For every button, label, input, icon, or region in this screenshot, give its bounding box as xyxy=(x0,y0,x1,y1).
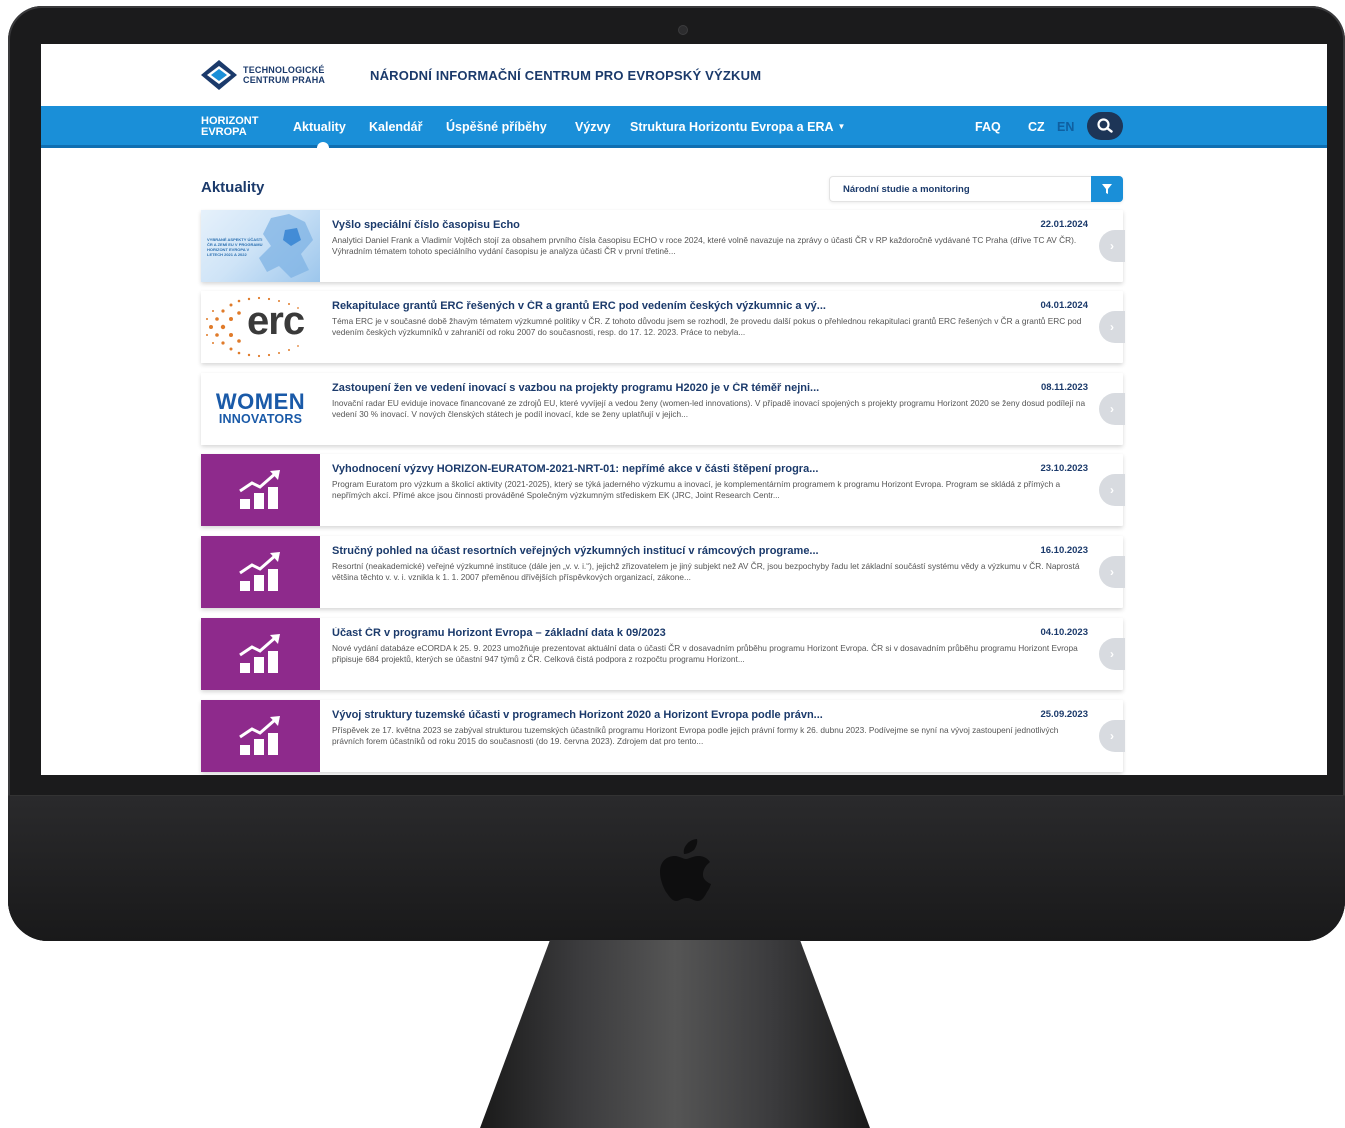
news-thumbnail-women-innovators: WOMEN INNOVATORS xyxy=(201,373,320,445)
news-excerpt: Program Euratom pro výzkum a školicí akt… xyxy=(332,479,1061,500)
news-date: 25.09.2023 xyxy=(1040,709,1088,720)
logo-line2: CENTRUM PRAHA xyxy=(243,75,326,85)
news-date: 08.11.2023 xyxy=(1040,382,1088,393)
camera-icon xyxy=(678,25,688,35)
news-date: 22.01.2024 xyxy=(1040,219,1088,230)
nav-brand[interactable]: HORIZONT EVROPA xyxy=(201,116,258,138)
news-thumbnail-chart xyxy=(201,536,320,608)
news-title[interactable]: Stručný pohled na účast resortních veřej… xyxy=(332,545,1022,557)
news-title[interactable]: Účast ČR v programu Horizont Evropa – zá… xyxy=(332,627,1022,639)
monitor-stand xyxy=(480,940,870,1128)
erc-logo-text: erc xyxy=(247,299,305,343)
news-title[interactable]: Rekapitulace grantů ERC řešených v ČR a … xyxy=(332,300,1022,312)
news-thumbnail-chart xyxy=(201,618,320,690)
nav-item-uspesne-pribehy[interactable]: Úspěšné příběhy xyxy=(446,120,547,134)
news-title[interactable]: Vyšlo speciální číslo časopisu Echo xyxy=(332,219,1022,231)
news-card[interactable]: VYBRANÉ ASPEKTY ÚČASTI ČR A ZEMÍ EU V PR… xyxy=(201,210,1125,282)
logo-text: TECHNOLOGICKÉ CENTRUM PRAHA xyxy=(243,65,325,85)
news-card[interactable]: WOMEN INNOVATORS Zastoupení žen ve veden… xyxy=(201,373,1125,445)
news-thumbnail-chart xyxy=(201,454,320,526)
caret-down-icon: ▼ xyxy=(837,122,846,131)
growth-chart-icon xyxy=(238,470,280,509)
filter-value: Národní studie a monitoring xyxy=(843,184,970,195)
filter-button[interactable] xyxy=(1091,176,1123,202)
chevron-right-icon[interactable]: › xyxy=(1099,230,1125,262)
growth-chart-icon xyxy=(238,552,280,591)
chevron-right-icon[interactable]: › xyxy=(1099,474,1125,506)
news-excerpt: Téma ERC je v současné době žhavým témat… xyxy=(332,316,1082,337)
page-title: Aktuality xyxy=(201,179,265,196)
search-button[interactable] xyxy=(1087,112,1123,140)
news-thumbnail-erc: erc xyxy=(201,291,320,363)
main-navbar: HORIZONT EVROPA Aktuality Kalendář Úspěš… xyxy=(41,106,1327,154)
nav-item-vyzvy[interactable]: Výzvy xyxy=(575,120,610,134)
news-excerpt: Inovační radar EU eviduje inovace financ… xyxy=(332,398,1086,419)
news-excerpt: Resortní (neakademické) veřejné výzkumné… xyxy=(332,561,1080,582)
top-header: TECHNOLOGICKÉ CENTRUM PRAHA NÁRODNÍ INFO… xyxy=(41,44,1327,106)
chevron-right-icon[interactable]: › xyxy=(1099,720,1125,752)
lang-cz[interactable]: CZ xyxy=(1028,120,1045,134)
news-date: 23.10.2023 xyxy=(1040,463,1088,474)
search-icon xyxy=(1097,118,1113,133)
women-logo-line1: WOMEN xyxy=(215,389,306,414)
news-card[interactable]: erc Rekapitulace grantů ERC řešených v Č… xyxy=(201,291,1125,363)
news-title[interactable]: Vyhodnocení výzvy HORIZON-EURATOM-2021-N… xyxy=(332,463,1022,475)
lang-en[interactable]: EN xyxy=(1057,120,1074,134)
news-thumbnail-chart xyxy=(201,700,320,772)
nav-brand-line2: EVROPA xyxy=(201,126,247,138)
news-card[interactable]: Účast ČR v programu Horizont Evropa – zá… xyxy=(201,618,1125,690)
news-date: 04.10.2023 xyxy=(1040,627,1088,638)
site-logo[interactable]: TECHNOLOGICKÉ CENTRUM PRAHA xyxy=(201,60,325,90)
news-excerpt: Příspěvek ze 17. května 2023 se zabýval … xyxy=(332,725,1059,746)
news-title[interactable]: Vývoj struktury tuzemské účasti v progra… xyxy=(332,709,1022,721)
nav-item-aktuality[interactable]: Aktuality xyxy=(293,120,346,134)
women-logo-line2: INNOVATORS xyxy=(218,412,303,426)
chevron-right-icon[interactable]: › xyxy=(1099,311,1125,343)
chevron-right-icon[interactable]: › xyxy=(1099,393,1125,425)
logo-line1: TECHNOLOGICKÉ xyxy=(243,65,325,75)
news-title[interactable]: Zastoupení žen ve vedení inovací s vazbo… xyxy=(332,382,1022,394)
news-date: 16.10.2023 xyxy=(1040,545,1088,556)
news-thumbnail-map: VYBRANÉ ASPEKTY ÚČASTI ČR A ZEMÍ EU V PR… xyxy=(201,210,320,282)
news-card[interactable]: Vyhodnocení výzvy HORIZON-EURATOM-2021-N… xyxy=(201,454,1125,526)
tc-praha-logo-icon xyxy=(201,60,237,90)
news-card[interactable]: Vývoj struktury tuzemské účasti v progra… xyxy=(201,700,1125,772)
nav-item-faq[interactable]: FAQ xyxy=(975,120,1001,134)
chevron-right-icon[interactable]: › xyxy=(1099,638,1125,670)
filter-funnel-icon xyxy=(1102,184,1112,194)
nav-item-struktura-label: Struktura Horizontu Evropa a ERA xyxy=(630,120,834,134)
news-card[interactable]: Stručný pohled na účast resortních veřej… xyxy=(201,536,1125,608)
site-title: NÁRODNÍ INFORMAČNÍ CENTRUM PRO EVROPSKÝ … xyxy=(370,68,762,83)
screen: TECHNOLOGICKÉ CENTRUM PRAHA NÁRODNÍ INFO… xyxy=(41,44,1327,775)
nav-item-struktura[interactable]: Struktura Horizontu Evropa a ERA ▼ xyxy=(630,120,845,134)
nav-item-kalendar[interactable]: Kalendář xyxy=(369,120,423,134)
chevron-right-icon[interactable]: › xyxy=(1099,556,1125,588)
growth-chart-icon xyxy=(238,634,280,673)
news-excerpt: Analytici Daniel Frank a Vladimír Vojtěc… xyxy=(332,235,1077,256)
news-date: 04.01.2024 xyxy=(1040,300,1088,311)
apple-logo-icon xyxy=(660,839,711,901)
active-nav-indicator xyxy=(317,142,329,154)
growth-chart-icon xyxy=(238,716,280,755)
news-excerpt: Nové vydání databáze eCORDA k 25. 9. 202… xyxy=(332,643,1078,664)
category-filter-select[interactable]: Národní studie a monitoring xyxy=(829,176,1123,202)
thumbnail-caption: VYBRANÉ ASPEKTY ÚČASTI ČR A ZEMÍ EU V PR… xyxy=(207,237,263,257)
